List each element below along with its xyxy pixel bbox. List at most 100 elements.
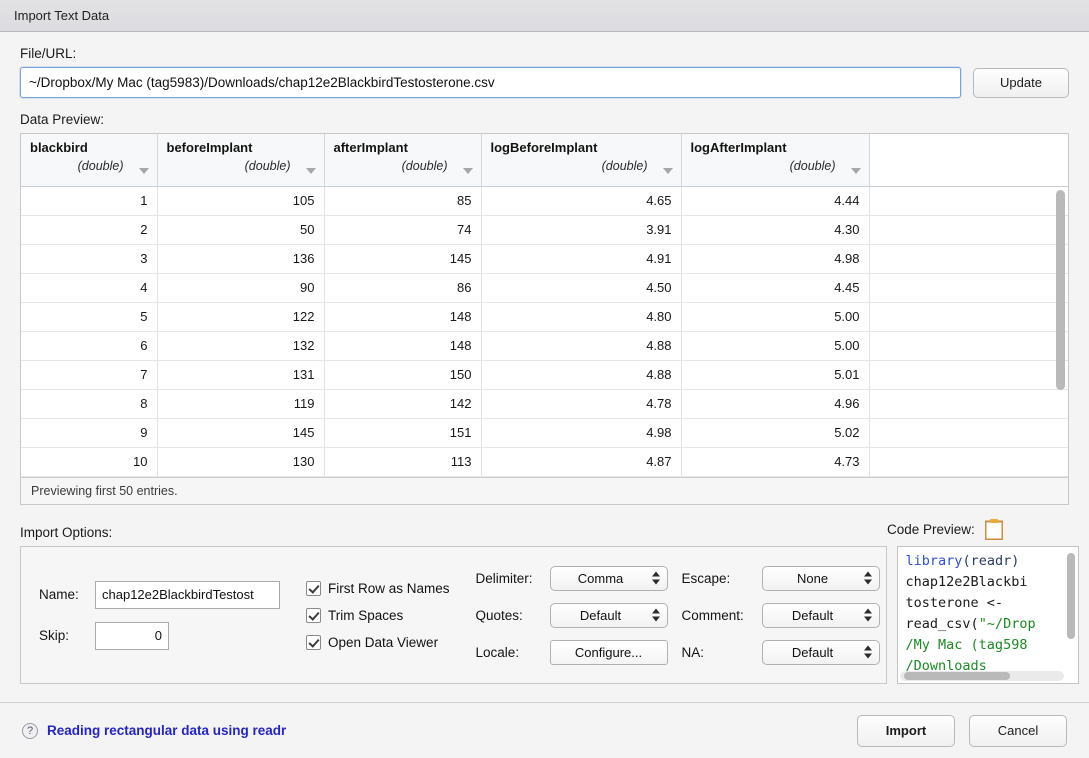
escape-select[interactable]: None [761, 565, 880, 591]
table-cell: 4.87 [481, 447, 682, 477]
chevron-down-icon[interactable] [850, 167, 861, 174]
column-header-name: logBeforeImplant [490, 140, 598, 155]
data-preview-panel: blackbird (double) beforeImplant (double) af… [20, 133, 1069, 505]
table-cell: 131 [157, 360, 325, 390]
name-label: Name: [39, 587, 79, 602]
code-preview-vertical-scrollbar[interactable] [1066, 553, 1075, 639]
dataset-name-input[interactable] [95, 580, 280, 609]
table-row: 5 122 148 4.80 5.00 [21, 302, 1068, 332]
table-cell-filler [869, 215, 1068, 245]
na-select[interactable]: Default [761, 639, 880, 665]
options-name-skip-column: Name: Skip: [39, 580, 280, 650]
table-row: 10 130 113 4.87 4.73 [21, 447, 1068, 477]
checkbox-first-row-as-names[interactable]: First Row as Names [306, 580, 450, 596]
skip-row: Skip: [39, 621, 280, 650]
dialog-footer: ? Reading rectangular data using readr I… [0, 702, 1089, 758]
table-cell-filler [869, 447, 1068, 477]
column-header-beforeImplant[interactable]: beforeImplant (double) [157, 134, 325, 187]
file-url-input[interactable] [20, 67, 961, 98]
delimiter-select[interactable]: Comma [549, 565, 668, 591]
import-button[interactable]: Import [857, 714, 955, 747]
stepper-arrows-icon [651, 571, 660, 585]
table-cell: 145 [157, 418, 325, 448]
table-cell: 136 [157, 244, 325, 274]
checkbox-open-data-viewer[interactable]: Open Data Viewer [306, 634, 450, 650]
column-header-logBeforeImplant[interactable]: logBeforeImplant (double) [481, 134, 682, 187]
code-preview-horizontal-scrollbar[interactable] [903, 672, 1010, 680]
select-group-right: Escape: None Comment: Default NA: Defaul… [681, 565, 880, 665]
na-row: NA: Default [681, 639, 880, 665]
table-cell: 132 [157, 331, 325, 361]
table-row: 2 50 74 3.91 4.30 [21, 215, 1068, 245]
checkbox-box-icon [306, 580, 321, 596]
table-row: 1 105 85 4.65 4.44 [21, 186, 1068, 216]
dialog-body: File/URL: Update Data Preview: blackbird… [0, 32, 1089, 702]
import-options-label: Import Options: [20, 525, 113, 540]
preview-status-text: Previewing first 50 entries. [31, 484, 178, 498]
checkbox-trim-spaces[interactable]: Trim Spaces [306, 607, 450, 623]
comment-select[interactable]: Default [761, 602, 880, 628]
column-header-type: (double) [244, 159, 291, 173]
table-cell: 5.00 [681, 331, 870, 361]
table-cell: 4.96 [681, 389, 870, 419]
escape-label: Escape: [681, 570, 731, 586]
comment-value: Default [791, 607, 834, 623]
stepper-arrows-icon [863, 645, 872, 659]
options-zone: Name: Skip: First Row as Names [20, 546, 1079, 684]
name-row: Name: [39, 580, 280, 609]
table-cell: 10 [21, 447, 158, 477]
code-preview-text: library(readr) chap12e2Blackbi tosterone… [898, 547, 1078, 677]
clipboard-copy-icon[interactable] [984, 519, 1003, 540]
code-line-2: chap12e2Blackbi [905, 574, 1028, 590]
table-cell-filler [869, 273, 1068, 303]
table-cell-filler [869, 244, 1068, 274]
column-header-blackbird[interactable]: blackbird (double) [21, 134, 158, 187]
code-preview-box[interactable]: library(readr) chap12e2Blackbi tosterone… [896, 546, 1079, 684]
options-select-columns: Delimiter: Comma Quotes: Default Locale:… [475, 565, 880, 665]
cancel-button[interactable]: Cancel [969, 714, 1067, 747]
table-cell: 5.02 [681, 418, 870, 448]
quotes-select[interactable]: Default [549, 602, 668, 628]
checkbox-label: Trim Spaces [328, 607, 404, 623]
help-link[interactable]: ? Reading rectangular data using readr [22, 722, 286, 739]
skip-label: Skip: [39, 628, 70, 643]
table-cell: 5.01 [681, 360, 870, 390]
options-checkbox-column: First Row as Names Trim Spaces Open Data… [306, 580, 450, 650]
code-line-4-string: "~/Drop [978, 616, 1036, 632]
table-cell: 4 [21, 273, 158, 303]
table-cell: 4.65 [481, 186, 682, 216]
delimiter-value: Comma [577, 570, 624, 586]
escape-value: None [796, 570, 829, 586]
question-mark-icon: ? [22, 722, 38, 739]
table-cell: 3.91 [481, 215, 682, 245]
column-header-afterImplant[interactable]: afterImplant (double) [324, 134, 482, 187]
chevron-down-icon[interactable] [662, 167, 673, 174]
skip-input[interactable] [95, 621, 169, 650]
column-header-type: (double) [789, 159, 836, 173]
table-cell: 2 [21, 215, 158, 245]
table-cell: 105 [157, 186, 325, 216]
update-button[interactable]: Update [973, 67, 1069, 98]
table-cell: 3 [21, 244, 158, 274]
locale-configure-button[interactable]: Configure... [549, 639, 668, 665]
quotes-label: Quotes: [475, 607, 523, 623]
chevron-down-icon[interactable] [462, 167, 473, 174]
table-cell: 4.30 [681, 215, 870, 245]
code-keyword-library: library [905, 553, 963, 569]
data-preview-label: Data Preview: [20, 112, 105, 127]
table-cell: 4.88 [481, 331, 682, 361]
table-cell: 151 [324, 418, 482, 448]
chevron-down-icon[interactable] [305, 167, 316, 174]
checkbox-label: Open Data Viewer [328, 634, 439, 650]
table-cell: 85 [324, 186, 482, 216]
column-header-logAfterImplant[interactable]: logAfterImplant (double) [681, 134, 870, 187]
quotes-row: Quotes: Default [475, 602, 668, 628]
na-label: NA: [681, 644, 705, 660]
data-preview-vertical-scrollbar[interactable] [1056, 190, 1065, 390]
checkbox-box-icon [306, 607, 321, 623]
chevron-down-icon[interactable] [138, 167, 149, 174]
delimiter-label: Delimiter: [475, 570, 533, 586]
table-row: 6 132 148 4.88 5.00 [21, 331, 1068, 361]
locale-row: Locale: Configure... [476, 639, 668, 665]
table-cell: 148 [324, 302, 482, 332]
